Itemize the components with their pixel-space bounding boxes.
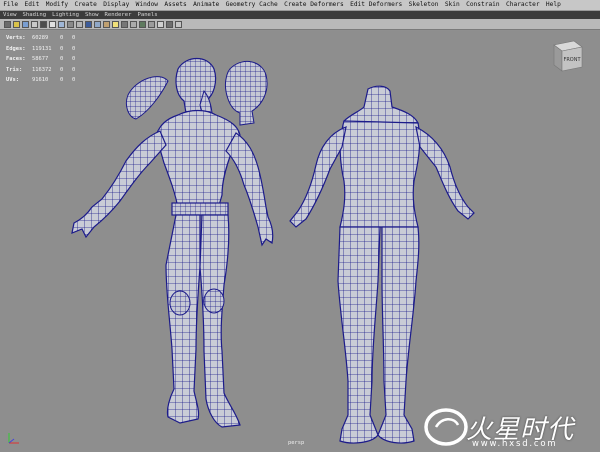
menu-create[interactable]: Create — [71, 0, 100, 10]
main-menu-bar: File Edit Modify Create Display Window A… — [0, 0, 600, 11]
select-camera-icon[interactable] — [4, 20, 11, 28]
hud-row-tris: Tris: 116372 0 0 — [6, 65, 84, 76]
hud-selected-value: 0 — [60, 66, 64, 73]
maya-window: File Edit Modify Create Display Window A… — [0, 0, 600, 452]
base-body-mesh[interactable] — [289, 85, 475, 444]
gate-mask-icon[interactable] — [67, 20, 74, 28]
menu-window[interactable]: Window — [132, 0, 161, 10]
menu-edit[interactable]: Edit — [21, 0, 42, 10]
shadows-icon[interactable] — [121, 20, 128, 28]
xray-icon[interactable] — [139, 20, 146, 28]
field-chart-icon[interactable] — [76, 20, 83, 28]
image-plane-icon[interactable] — [31, 20, 38, 28]
menu-skeleton[interactable]: Skeleton — [405, 0, 441, 10]
poly-count-hud: Verts: 60289 0 0 Edges: 119131 0 0 Faces… — [6, 33, 84, 86]
hud-value: 91610 — [32, 77, 49, 84]
hud-component-value: 0 — [72, 35, 76, 41]
hud-label: Faces: — [6, 56, 26, 63]
hud-component-value: 0 — [72, 77, 76, 84]
axis-gizmo-icon — [8, 433, 19, 444]
motion-blur-icon[interactable] — [175, 20, 182, 28]
wireframe-icon[interactable] — [85, 20, 92, 28]
panel-menu-show[interactable]: Show — [82, 11, 101, 19]
hud-row-faces: Faces: 58677 0 0 — [6, 54, 84, 65]
helmet-visor-mesh[interactable] — [125, 76, 169, 120]
menu-file[interactable]: File — [0, 0, 21, 10]
hud-component-value: 0 — [72, 66, 76, 73]
panel-menu-lighting[interactable]: Lighting — [49, 11, 82, 19]
ambient-occlusion-icon[interactable] — [166, 20, 173, 28]
camera-name-label: persp — [288, 440, 305, 446]
hud-value: 58677 — [32, 56, 49, 63]
bookmark-icon[interactable] — [22, 20, 29, 28]
viewport-canvas — [71, 57, 475, 444]
resolution-gate-icon[interactable] — [58, 20, 65, 28]
hardware-texturing-icon[interactable] — [157, 20, 164, 28]
view-cube-label: FRONT — [563, 57, 581, 63]
hud-row-edges: Edges: 119131 0 0 — [6, 44, 84, 55]
menu-assets[interactable]: Assets — [161, 0, 190, 10]
menu-display[interactable]: Display — [100, 0, 132, 10]
menu-character[interactable]: Character — [503, 0, 543, 10]
hud-label: Verts: — [6, 35, 26, 41]
xray-joints-icon[interactable] — [148, 20, 155, 28]
grid-icon[interactable] — [40, 20, 47, 28]
camera-attributes-icon[interactable] — [13, 20, 20, 28]
panel-menu-view[interactable]: View — [0, 11, 19, 19]
hud-component-value: 0 — [72, 45, 76, 52]
panel-menu-panels[interactable]: Panels — [134, 11, 160, 19]
panel-menu-shading[interactable]: Shading — [19, 11, 49, 19]
hud-label: Tris: — [6, 66, 23, 73]
hud-row-uvs: UVs: 91610 0 0 — [6, 75, 84, 86]
textured-icon[interactable] — [103, 20, 110, 28]
hud-selected-value: 0 — [60, 56, 64, 63]
hud-component-value: 0 — [72, 56, 76, 63]
menu-modify[interactable]: Modify — [43, 0, 72, 10]
view-cube-icon[interactable]: FRONT — [548, 39, 586, 73]
hud-label: Edges: — [6, 45, 26, 52]
panel-menu-bar: View Shading Lighting Show Renderer Pane… — [0, 11, 600, 19]
lights-icon[interactable] — [112, 20, 119, 28]
panel-menu-renderer[interactable]: Renderer — [102, 11, 135, 19]
menu-edit-deformers[interactable]: Edit Deformers — [347, 0, 406, 10]
film-gate-icon[interactable] — [49, 20, 56, 28]
hud-row-verts: Verts: 60289 0 0 — [6, 33, 84, 44]
isolate-select-icon[interactable] — [130, 20, 137, 28]
head-mesh[interactable] — [225, 60, 268, 126]
perspective-viewport[interactable]: Verts: 60289 0 0 Edges: 119131 0 0 Faces… — [0, 31, 600, 452]
hud-value: 119131 — [32, 45, 52, 52]
menu-animate[interactable]: Animate — [190, 0, 222, 10]
menu-create-deformers[interactable]: Create Deformers — [281, 0, 347, 10]
smooth-shade-icon[interactable] — [94, 20, 101, 28]
menu-help[interactable]: Help — [543, 0, 564, 10]
hud-value: 60289 — [32, 35, 49, 41]
menu-geometry-cache[interactable]: Geometry Cache — [222, 0, 281, 10]
panel-toolbar — [0, 19, 600, 30]
hud-selected-value: 0 — [60, 45, 64, 52]
hud-selected-value: 0 — [60, 77, 64, 84]
watermark-url: www.hxsd.com — [472, 439, 558, 449]
menu-constrain[interactable]: Constrain — [463, 0, 503, 10]
hud-label: UVs: — [6, 77, 19, 84]
hud-selected-value: 0 — [60, 35, 64, 41]
menu-skin[interactable]: Skin — [442, 0, 463, 10]
hud-value: 116372 — [32, 66, 52, 73]
